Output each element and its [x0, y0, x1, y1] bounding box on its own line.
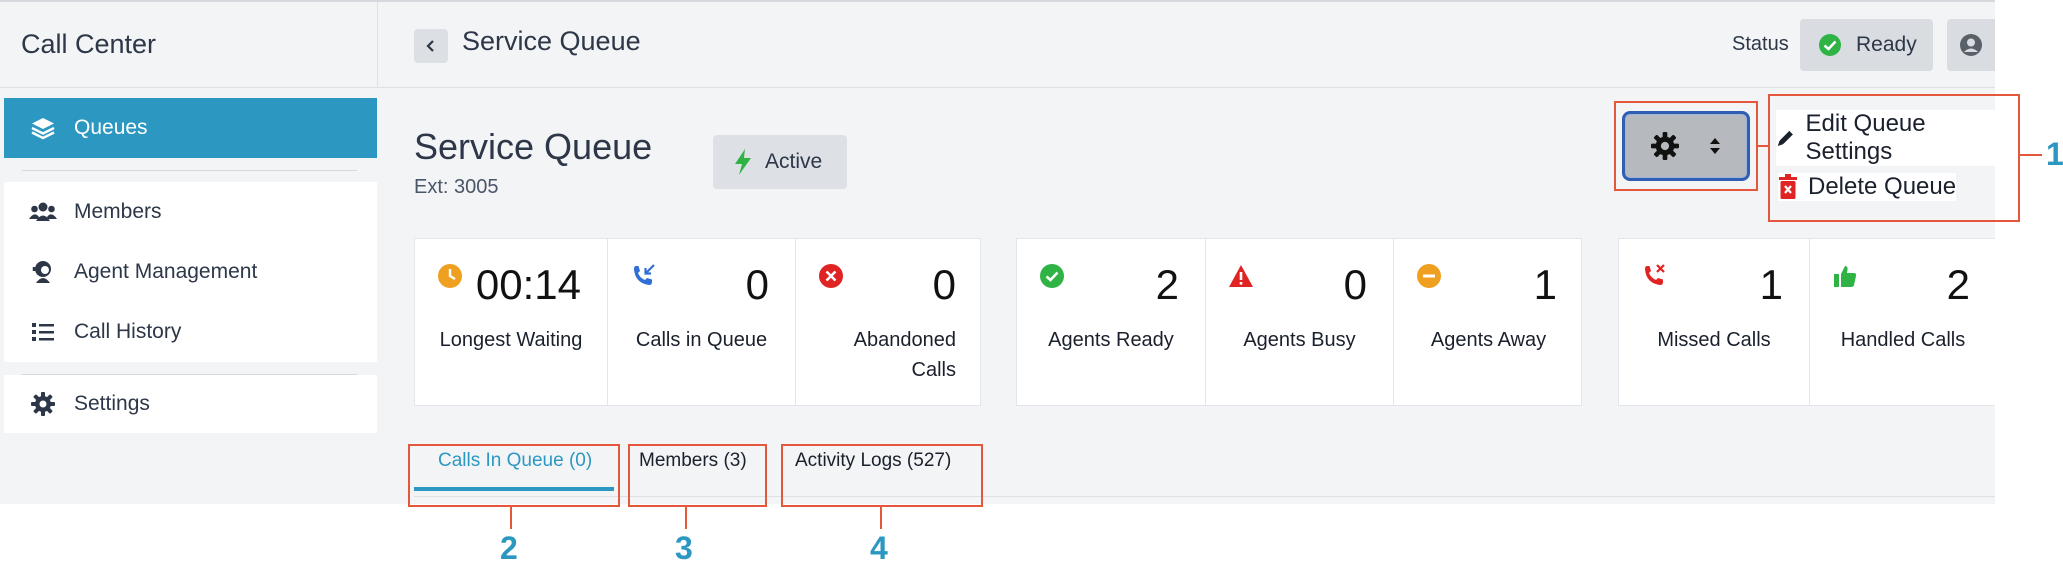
stat-value: 2 — [1946, 261, 1970, 308]
agent-icon — [32, 261, 51, 283]
status-value: Ready — [1856, 33, 1917, 56]
stat-value: 1 — [1533, 261, 1557, 308]
stat-agents-busy: 0 Agents Busy — [1206, 239, 1394, 405]
queue-status-badge: Active — [713, 135, 847, 189]
sidebar-item-call-history[interactable]: Call History — [4, 302, 377, 362]
sidebar-item-settings[interactable]: Settings — [4, 375, 377, 433]
stat-value: 00:14 — [475, 261, 581, 308]
incoming-call-icon — [634, 264, 655, 285]
stat-label: Longest Waiting — [439, 329, 583, 351]
sidebar-divider — [22, 170, 357, 171]
sidebar-item-label: Call History — [74, 320, 182, 343]
thumbs-up-icon — [1834, 266, 1857, 287]
stat-label-line: Abandoned — [853, 329, 956, 351]
queue-status-label: Active — [765, 150, 823, 173]
stat-label: Abandoned Calls — [854, 325, 956, 385]
stats-group-agents: 2 Agents Ready 0 Agents Busy 1 Agents Aw… — [1016, 238, 1582, 406]
back-button[interactable] — [414, 29, 448, 63]
stat-label: Missed Calls — [1657, 329, 1771, 351]
stat-abandoned-calls: 0 Abandoned Calls — [796, 239, 982, 405]
chevron-left-icon — [426, 40, 434, 52]
status-label: Status — [1732, 33, 1789, 55]
sidebar-item-queues[interactable]: Queues — [4, 98, 377, 158]
callout-number-4: 4 — [870, 530, 888, 566]
check-circle-icon — [1819, 34, 1841, 56]
app-brand: Call Center — [21, 29, 157, 59]
sidebar-item-label: Settings — [74, 392, 150, 415]
x-circle-icon — [819, 264, 843, 288]
stat-value: 1 — [1759, 261, 1783, 308]
stat-value: 0 — [745, 261, 769, 308]
sidebar-item-label: Members — [74, 200, 162, 223]
missed-call-icon — [1645, 264, 1665, 285]
user-menu-button[interactable] — [1947, 19, 1995, 71]
stat-label: Calls in Queue — [635, 329, 768, 351]
stat-handled-calls: 2 Handled Calls — [1810, 239, 1996, 405]
callout-connector — [1758, 145, 1768, 147]
callout-leader-4 — [880, 507, 882, 529]
stat-label: Agents Ready — [1048, 329, 1174, 351]
divider — [377, 2, 378, 87]
header-title: Service Queue — [462, 26, 641, 56]
status-ready-button[interactable]: Ready — [1800, 19, 1933, 71]
queue-extension: Ext: 3005 — [414, 176, 499, 198]
app-window: Call Center Service Queue Status Ready Q… — [0, 0, 1995, 504]
callout-box-calls-in-queue-tab — [408, 444, 620, 507]
gear-icon — [31, 392, 55, 416]
stat-missed-calls: 1 Missed Calls — [1619, 239, 1810, 405]
user-avatar-icon — [1960, 34, 1982, 56]
sidebar-item-members[interactable]: Members — [4, 182, 377, 242]
stats-group-totals: 1 Missed Calls 2 Handled Calls — [1618, 238, 1995, 406]
check-circle-icon — [1040, 264, 1064, 288]
stat-label: Agents Away — [1430, 329, 1547, 351]
layers-icon — [31, 118, 55, 140]
sidebar-spacer — [4, 158, 377, 178]
callout-number-2: 2 — [500, 530, 518, 566]
stat-label: Agents Busy — [1243, 329, 1356, 351]
sidebar-item-label: Queues — [74, 116, 148, 139]
clock-icon — [438, 264, 462, 288]
stat-value: 2 — [1155, 261, 1179, 308]
sidebar-item-label: Agent Management — [74, 260, 258, 283]
sidebar-spacer — [4, 362, 377, 374]
stat-value: 0 — [932, 261, 956, 308]
stats-group-calls: 00:14 Longest Waiting 0 Calls in Queue 0… — [414, 238, 981, 406]
callout-leader-2 — [510, 507, 512, 529]
top-bar: Call Center Service Queue Status Ready — [0, 2, 1995, 88]
stat-agents-away: 1 Agents Away — [1394, 239, 1583, 405]
callout-box-settings-menu — [1768, 94, 2020, 222]
minus-circle-icon — [1417, 264, 1441, 288]
stat-label-line: Calls — [911, 359, 956, 381]
stat-label: Handled Calls — [1840, 329, 1966, 351]
stat-longest-waiting: 00:14 Longest Waiting — [415, 239, 608, 405]
lightning-icon — [735, 149, 751, 175]
callout-box-members-tab — [628, 444, 767, 507]
stat-calls-in-queue: 0 Calls in Queue — [608, 239, 796, 405]
callout-number-3: 3 — [675, 530, 693, 566]
callout-box-activity-logs-tab — [781, 444, 983, 507]
stat-value: 0 — [1343, 261, 1367, 308]
users-icon — [29, 202, 57, 221]
callout-number-1: 1 — [2046, 136, 2063, 172]
callout-leader-3 — [685, 507, 687, 529]
warning-icon — [1229, 265, 1253, 287]
callout-leader-1 — [2020, 154, 2042, 156]
page-title: Service Queue — [414, 126, 653, 167]
stat-agents-ready: 2 Agents Ready — [1017, 239, 1206, 405]
list-icon — [32, 323, 54, 341]
callout-box-settings-button — [1614, 101, 1758, 191]
sidebar-item-agent-management[interactable]: Agent Management — [4, 242, 377, 302]
